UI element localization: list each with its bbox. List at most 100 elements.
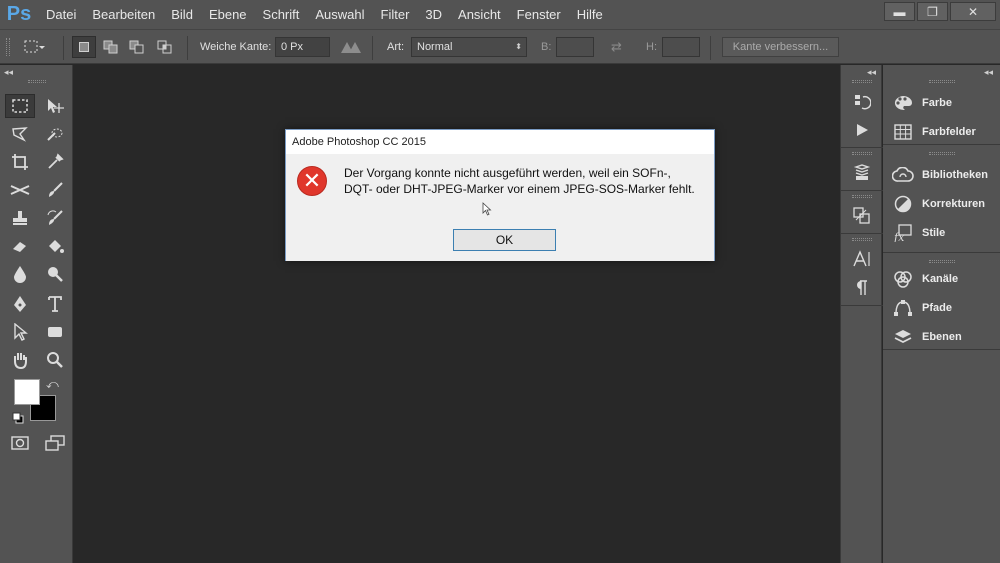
screen-mode-icon[interactable] xyxy=(40,431,70,455)
panel-label-ebenen: Ebenen xyxy=(922,331,962,343)
options-grip[interactable] xyxy=(6,38,10,56)
paths-icon xyxy=(892,297,914,319)
panel-tab-bibliotheken[interactable]: Bibliotheken xyxy=(883,162,1000,188)
refine-edge-button[interactable]: Kante verbessern... xyxy=(722,37,839,57)
anti-alias-icon[interactable] xyxy=(340,40,362,59)
character-panel-icon[interactable] xyxy=(849,248,875,270)
toolbar-grip[interactable] xyxy=(28,80,46,83)
ok-button[interactable]: OK xyxy=(453,229,556,251)
panel-label-farbe: Farbe xyxy=(922,97,952,109)
lasso-tool-icon[interactable] xyxy=(5,122,35,146)
menu-3d[interactable]: 3D xyxy=(417,0,450,29)
quick-selection-tool-icon[interactable] xyxy=(40,122,70,146)
history-brush-tool-icon[interactable] xyxy=(40,206,70,230)
menu-fenster[interactable]: Fenster xyxy=(509,0,569,29)
channels-icon xyxy=(892,268,914,290)
default-colors-icon[interactable] xyxy=(12,411,24,429)
error-dialog: Adobe Photoshop CC 2015 ✕ Der Vorgang ko… xyxy=(285,129,715,261)
path-selection-tool-icon[interactable] xyxy=(5,320,35,344)
menu-datei[interactable]: Datei xyxy=(38,0,84,29)
window-controls: ▬ ❐ ✕ xyxy=(884,0,1000,26)
panel-group-color: Farbe Farbfelder xyxy=(883,86,1000,145)
minimize-button[interactable]: ▬ xyxy=(884,2,915,21)
close-button[interactable]: ✕ xyxy=(950,2,996,21)
crop-tool-icon[interactable] xyxy=(5,150,35,174)
panel-label-pfade: Pfade xyxy=(922,302,952,314)
menu-ebene[interactable]: Ebene xyxy=(201,0,255,29)
feather-label: Weiche Kante: xyxy=(200,41,272,53)
menu-filter[interactable]: Filter xyxy=(373,0,418,29)
dodge-tool-icon[interactable] xyxy=(40,262,70,286)
clone-stamp-tool-icon[interactable] xyxy=(5,206,35,230)
height-input[interactable] xyxy=(662,37,700,57)
intersect-selection-icon[interactable] xyxy=(153,36,177,58)
menu-bar: Ps Datei Bearbeiten Bild Ebene Schrift A… xyxy=(0,0,1000,29)
icon-dock-grip[interactable] xyxy=(852,80,872,83)
feather-input[interactable]: 0 Px xyxy=(275,37,330,57)
eyedropper-tool-icon[interactable] xyxy=(40,150,70,174)
menu-schrift[interactable]: Schrift xyxy=(255,0,308,29)
collapse-icon-dock-icon[interactable]: ◂◂ xyxy=(867,67,876,78)
panel-label-kanaele: Kanäle xyxy=(922,273,959,285)
spot-healing-brush-icon[interactable] xyxy=(5,178,35,202)
panel-tab-farbfelder[interactable]: Farbfelder xyxy=(883,119,1000,145)
color-palette-icon xyxy=(892,92,914,114)
add-to-selection-icon[interactable] xyxy=(99,36,123,58)
rectangle-shape-tool-icon[interactable] xyxy=(40,320,70,344)
icon-dock-grip[interactable] xyxy=(852,152,872,155)
actions-play-icon[interactable] xyxy=(849,119,875,141)
move-tool-icon[interactable] xyxy=(40,94,70,118)
blur-tool-icon[interactable] xyxy=(5,262,35,286)
swap-dimensions-icon[interactable]: ⇄ xyxy=(611,39,622,55)
subtract-from-selection-icon[interactable] xyxy=(125,36,149,58)
swap-colors-icon[interactable]: ⤺ xyxy=(46,377,59,392)
style-select[interactable]: Normal ⬍ xyxy=(411,37,527,57)
icon-dock-divider xyxy=(841,190,883,191)
menu-bild[interactable]: Bild xyxy=(163,0,201,29)
menu-ansicht[interactable]: Ansicht xyxy=(450,0,509,29)
clone-source-panel-icon[interactable] xyxy=(849,205,875,227)
hand-tool-icon[interactable] xyxy=(5,348,35,372)
menu-hilfe[interactable]: Hilfe xyxy=(569,0,611,29)
panel-dock-grip[interactable] xyxy=(929,80,955,83)
menu-auswahl[interactable]: Auswahl xyxy=(307,0,372,29)
paragraph-panel-icon[interactable] xyxy=(849,277,875,299)
tools-panel: ◂◂ ⤺ xyxy=(0,65,73,563)
styles-fx-icon: fx xyxy=(892,222,914,244)
panel-tab-pfade[interactable]: Pfade xyxy=(883,295,1000,321)
foreground-color-swatch[interactable] xyxy=(14,379,40,405)
panel-tab-korrekturen[interactable]: Korrekturen xyxy=(883,191,1000,217)
panel-dock-grip[interactable] xyxy=(929,152,955,155)
paint-bucket-tool-icon[interactable] xyxy=(40,234,70,258)
zoom-tool-icon[interactable] xyxy=(40,348,70,372)
dialog-title[interactable]: Adobe Photoshop CC 2015 xyxy=(286,130,714,154)
history-panel-icon[interactable] xyxy=(849,91,875,113)
panel-dock-grip[interactable] xyxy=(929,260,955,263)
panel-label-farbfelder: Farbfelder xyxy=(922,126,976,138)
rect-marquee-preset-icon[interactable] xyxy=(22,36,46,58)
properties-panel-icon[interactable] xyxy=(849,162,875,184)
icon-dock-grip[interactable] xyxy=(852,238,872,241)
width-input[interactable] xyxy=(556,37,594,57)
rectangular-marquee-tool-icon[interactable] xyxy=(5,94,35,118)
panel-label-bibliotheken: Bibliotheken xyxy=(922,169,989,181)
icon-dock-grip[interactable] xyxy=(852,195,872,198)
restore-button[interactable]: ❐ xyxy=(917,2,948,21)
eraser-tool-icon[interactable] xyxy=(5,234,35,258)
options-separator xyxy=(710,36,711,60)
panel-tab-farbe[interactable]: Farbe xyxy=(883,90,1000,116)
panel-tab-stile[interactable]: fx Stile xyxy=(883,220,1000,246)
type-tool-icon[interactable] xyxy=(40,292,70,316)
panel-icon-dock: ◂◂ xyxy=(840,65,883,563)
quick-mask-icon[interactable] xyxy=(5,431,35,455)
brush-tool-icon[interactable] xyxy=(40,178,70,202)
collapse-panel-dock-icon[interactable]: ◂◂ xyxy=(984,67,993,78)
pen-tool-icon[interactable] xyxy=(5,292,35,316)
icon-dock-divider xyxy=(841,233,883,234)
panel-tab-kanaele[interactable]: Kanäle xyxy=(883,266,1000,292)
panel-tab-ebenen[interactable]: Ebenen xyxy=(883,324,1000,350)
collapse-toolbar-icon[interactable]: ◂◂ xyxy=(4,67,13,78)
new-selection-icon[interactable] xyxy=(72,36,96,58)
photoshop-logo: Ps xyxy=(6,3,32,25)
menu-bearbeiten[interactable]: Bearbeiten xyxy=(84,0,163,29)
